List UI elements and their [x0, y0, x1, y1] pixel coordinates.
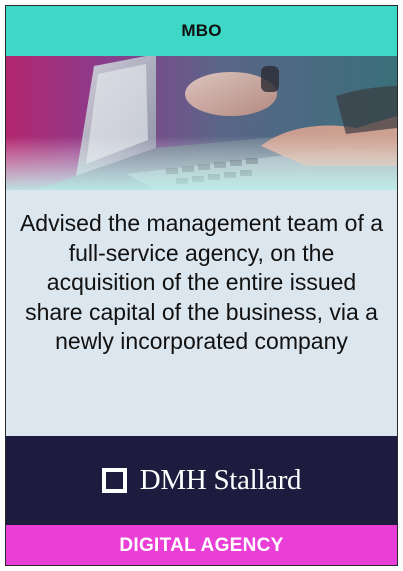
deal-type-label: MBO [181, 21, 222, 40]
deal-type-header: MBO [6, 6, 397, 56]
deal-description-panel: Advised the management team of a full-se… [6, 190, 397, 436]
square-logo-icon [101, 468, 127, 493]
sector-label: DIGITAL AGENCY [119, 535, 284, 556]
sector-footer: DIGITAL AGENCY [6, 525, 397, 565]
laptop-photo [6, 56, 397, 190]
brand-bar: DMH Stallard [6, 436, 397, 525]
brand-name: DMH Stallard [139, 464, 302, 496]
deal-card: MBO Advised the management team of a ful… [5, 5, 398, 566]
deal-description: Advised the management team of a full-se… [19, 210, 384, 354]
